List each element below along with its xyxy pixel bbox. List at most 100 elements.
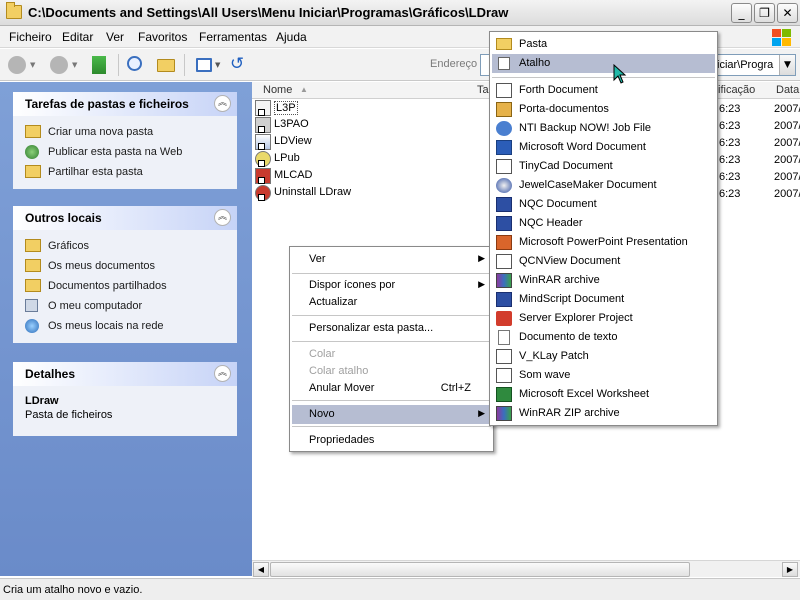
menu-separator <box>292 273 491 274</box>
submenu-item-winrar-zip[interactable]: WinRAR ZIP archive <box>492 404 715 423</box>
qcnview-icon <box>496 254 512 269</box>
menu-item-label: Actualizar <box>309 296 358 308</box>
file-name: LDView <box>274 135 312 147</box>
menu-item-atualizar[interactable]: Actualizar <box>292 293 491 312</box>
views-icon[interactable] <box>196 58 212 72</box>
menu-item-ver[interactable]: Ver ▶ <box>292 250 491 269</box>
column-modified[interactable]: ificação <box>718 84 755 96</box>
forward-icon[interactable] <box>50 56 68 74</box>
menu-ver[interactable]: Ver <box>106 30 124 44</box>
scroll-right-icon[interactable]: ▶ <box>782 562 798 577</box>
menu-item-label: Forth Document <box>519 84 598 96</box>
menu-separator <box>292 315 491 316</box>
vklay-icon <box>496 349 512 364</box>
submenu-item-powerpoint[interactable]: Microsoft PowerPoint Presentation <box>492 233 715 252</box>
place-my-computer[interactable]: O meu computador <box>13 297 237 317</box>
places-panel-header[interactable]: Outros locais ︽ <box>13 206 237 230</box>
tasks-panel-header[interactable]: Tarefas de pastas e ficheiros ︽ <box>13 92 237 116</box>
submenu-item-server-explorer[interactable]: Server Explorer Project <box>492 309 715 328</box>
menu-item-label: NQC Document <box>519 198 597 210</box>
horizontal-scrollbar[interactable]: ◀ ▶ <box>252 560 800 577</box>
task-label: Publicar esta pasta na Web <box>48 146 183 158</box>
collapse-icon[interactable]: ︽ <box>214 95 231 112</box>
powerpoint-icon <box>496 235 512 250</box>
task-share-folder[interactable]: Partilhar esta pasta <box>13 163 237 183</box>
address-dropdown-button[interactable]: ▼ <box>779 55 795 75</box>
submenu-item-winrar-archive[interactable]: WinRAR archive <box>492 271 715 290</box>
status-bar: Cria um atalho novo e vazio. <box>0 578 800 600</box>
submenu-item-atalho[interactable]: Atalho <box>492 54 715 73</box>
place-shared-documents[interactable]: Documentos partilhados <box>13 277 237 297</box>
place-network[interactable]: Os meus locais na rede <box>13 317 237 337</box>
submenu-item-nti-backup[interactable]: NTI Backup NOW! Job File <box>492 119 715 138</box>
submenu-item-qcnview[interactable]: QCNView Document <box>492 252 715 271</box>
submenu-item-forth-document[interactable]: Forth Document <box>492 81 715 100</box>
submenu-item-nqc-document[interactable]: NQC Document <box>492 195 715 214</box>
up-folder-icon[interactable] <box>92 56 106 74</box>
tasks-panel: Tarefas de pastas e ficheiros ︽ Criar um… <box>13 92 237 189</box>
menu-favoritos[interactable]: Favoritos <box>138 30 187 44</box>
folders-icon[interactable] <box>157 59 175 72</box>
menu-item-personalizar[interactable]: Personalizar esta pasta... <box>292 319 491 338</box>
places-panel-title: Outros locais <box>25 211 102 225</box>
submenu-item-jewelcasemaker[interactable]: JewelCaseMaker Document <box>492 176 715 195</box>
views-dropdown-icon[interactable]: ▼ <box>215 61 220 69</box>
submenu-item-documento-texto[interactable]: Documento de texto <box>492 328 715 347</box>
submenu-item-excel[interactable]: Microsoft Excel Worksheet <box>492 385 715 404</box>
menu-item-propriedades[interactable]: Propriedades <box>292 431 491 450</box>
excel-icon <box>496 387 512 402</box>
menu-ferramentas[interactable]: Ferramentas <box>199 30 267 44</box>
menu-item-label: Atalho <box>519 57 551 69</box>
address-text[interactable]: iciar\Progra <box>717 59 773 71</box>
place-graficos[interactable]: Gráficos <box>13 237 237 257</box>
maximize-button[interactable]: ❐ <box>754 3 775 23</box>
submenu-item-nqc-header[interactable]: NQC Header <box>492 214 715 233</box>
menu-editar[interactable]: Editar <box>62 30 93 44</box>
minimize-button[interactable]: _ <box>731 3 752 23</box>
undo-icon[interactable]: ↺ <box>230 56 248 74</box>
scroll-thumb[interactable] <box>270 562 690 577</box>
submenu-item-som-wave[interactable]: Som wave <box>492 366 715 385</box>
globe-icon <box>25 145 39 159</box>
file-time: 6:23 <box>719 103 741 115</box>
close-button[interactable]: ✕ <box>777 3 798 23</box>
submenu-item-mindscript[interactable]: MindScript Document <box>492 290 715 309</box>
submenu-item-vklay-patch[interactable]: V_KLay Patch <box>492 347 715 366</box>
back-dropdown-icon[interactable]: ▼ <box>30 61 35 69</box>
menu-item-anular-mover[interactable]: Anular Mover Ctrl+Z <box>292 379 491 398</box>
file-name: MLCAD <box>274 169 313 181</box>
submenu-item-porta-documentos[interactable]: Porta-documentos <box>492 100 715 119</box>
forward-dropdown-icon[interactable]: ▼ <box>72 61 77 69</box>
menu-item-label: WinRAR archive <box>519 274 600 286</box>
places-panel: Outros locais ︽ Gráficos Os meus documen… <box>13 206 237 343</box>
window-title: C:\Documents and Settings\All Users\Menu… <box>28 5 509 20</box>
submenu-item-tinycad[interactable]: TinyCad Document <box>492 157 715 176</box>
file-time: 6:23 <box>719 120 741 132</box>
column-size[interactable]: Ta <box>477 84 489 96</box>
task-new-folder[interactable]: Criar uma nova pasta <box>13 123 237 143</box>
menu-item-label: Server Explorer Project <box>519 312 633 324</box>
file-name: L3PAO <box>274 118 309 130</box>
collapse-icon[interactable]: ︽ <box>214 209 231 226</box>
menu-ajuda[interactable]: Ajuda <box>276 30 307 44</box>
menu-separator <box>292 400 491 401</box>
place-my-documents[interactable]: Os meus documentos <box>13 257 237 277</box>
details-type: Pasta de ficheiros <box>25 409 113 421</box>
details-name: LDraw <box>25 395 59 407</box>
menu-item-novo[interactable]: Novo ▶ <box>292 405 491 424</box>
menu-item-label: Microsoft Excel Worksheet <box>519 388 650 400</box>
place-label: Documentos partilhados <box>48 280 167 292</box>
column-date[interactable]: Data <box>776 84 799 96</box>
column-name[interactable]: Nome <box>263 84 292 96</box>
collapse-icon[interactable]: ︽ <box>214 365 231 382</box>
submenu-item-pasta[interactable]: Pasta <box>492 35 715 54</box>
menu-separator <box>292 341 491 342</box>
search-icon[interactable] <box>127 56 142 71</box>
task-publish-web[interactable]: Publicar esta pasta na Web <box>13 143 237 163</box>
back-icon[interactable] <box>8 56 26 74</box>
scroll-left-icon[interactable]: ◀ <box>253 562 269 577</box>
submenu-item-word-document[interactable]: Microsoft Word Document <box>492 138 715 157</box>
wave-sound-icon <box>496 368 512 383</box>
menu-ficheiro[interactable]: Ficheiro <box>9 30 52 44</box>
details-panel-header[interactable]: Detalhes ︽ <box>13 362 237 386</box>
